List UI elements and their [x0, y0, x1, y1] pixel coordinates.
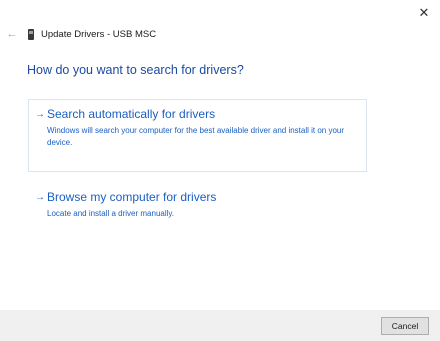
close-button[interactable]: ✕	[410, 2, 438, 24]
usb-drive-icon	[28, 28, 34, 40]
cancel-button[interactable]: Cancel	[381, 317, 429, 335]
browse-computer-option[interactable]: → Browse my computer for drivers Locate …	[28, 182, 367, 222]
arrow-right-icon: →	[35, 109, 45, 120]
dialog-title: Update Drivers - USB MSC	[41, 28, 157, 40]
page-heading: How do you want to search for drivers?	[27, 63, 244, 77]
close-icon[interactable]: ✕	[419, 5, 430, 21]
option-description: Windows will search your computer for th…	[47, 126, 345, 147]
option-description: Locate and install a driver manually.	[47, 209, 175, 218]
dialog-titlebar: ← Update Drivers - USB MSC	[0, 24, 440, 44]
back-arrow-icon[interactable]: ←	[5, 28, 19, 40]
option-title[interactable]: Browse my computer for drivers	[47, 190, 216, 205]
dialog-footer: Cancel	[0, 310, 440, 341]
arrow-right-icon: →	[35, 192, 45, 203]
option-title[interactable]: Search automatically for drivers	[47, 107, 215, 122]
search-automatically-option[interactable]: → Search automatically for drivers Windo…	[28, 99, 367, 172]
